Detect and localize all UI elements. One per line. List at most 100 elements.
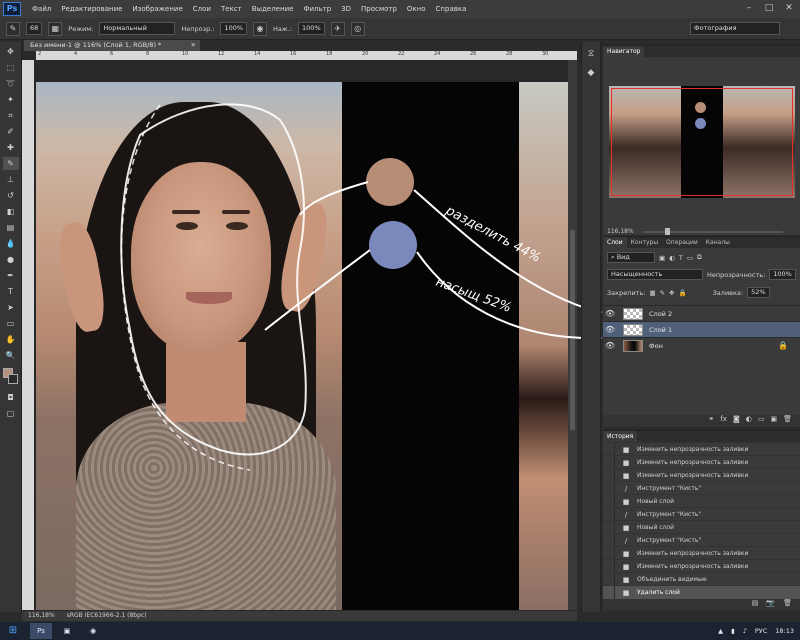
history-item[interactable]: ■ Изменить непрозрачность заливки — [603, 546, 800, 561]
snapshot-icon[interactable]: 📷 — [766, 599, 775, 611]
blur-tool-icon[interactable]: 💧 — [3, 237, 19, 250]
zoom-level[interactable]: 116,18% — [28, 611, 55, 621]
minimize-icon[interactable]: – — [742, 2, 756, 14]
history-item[interactable]: / Инструмент "Кисть" — [603, 507, 800, 522]
lasso-tool-icon[interactable]: ➰ — [3, 77, 19, 90]
menu-item[interactable]: Фильтр — [298, 5, 336, 13]
close-icon[interactable]: ✕ — [782, 2, 796, 14]
tab-navigator[interactable]: Навигатор — [603, 46, 645, 57]
network-icon[interactable]: ▮ — [731, 627, 735, 635]
menu-item[interactable]: Слои — [188, 5, 216, 13]
tab-layers-3[interactable]: Каналы — [702, 239, 734, 246]
navigator-zoom-knob[interactable] — [665, 228, 670, 235]
history-item[interactable]: ■ Изменить непрозрачность заливки — [603, 559, 800, 574]
layer-row-background[interactable]: 👁 Фон 🔒 — [603, 337, 800, 353]
screen-mode-icon[interactable]: ▢ — [3, 407, 19, 420]
marquee-tool-icon[interactable]: ⬚ — [3, 61, 19, 74]
brush-size-picker[interactable]: 68 — [26, 22, 43, 35]
quick-select-tool-icon[interactable]: ✦ — [3, 93, 19, 106]
color-swatches[interactable] — [2, 368, 20, 388]
history-item[interactable]: ■ Изменить непрозрачность заливки — [603, 442, 800, 457]
mode-select[interactable]: Нормальный — [99, 22, 176, 35]
lock-transparent-icon[interactable]: ▦ — [649, 289, 655, 297]
menu-item[interactable]: Изображение — [127, 5, 187, 13]
visibility-eye-icon[interactable]: 👁 — [603, 309, 617, 318]
navigator-zoom[interactable]: 116,18% — [607, 228, 634, 235]
dodge-tool-icon[interactable]: ● — [3, 253, 19, 266]
tab-history[interactable]: История — [603, 431, 638, 442]
history-item[interactable]: ■ Изменить непрозрачность заливки — [603, 455, 800, 470]
filter-shape-icon[interactable]: ▭ — [687, 254, 693, 262]
visibility-eye-icon[interactable]: 👁 — [603, 341, 617, 350]
layer-row-1[interactable]: 👁 Слой 1 — [603, 321, 800, 337]
history-panel-icon[interactable]: ⧖ — [584, 47, 598, 61]
menu-item[interactable]: Файл — [27, 5, 56, 13]
link-layers-icon[interactable]: ⚭ — [708, 415, 714, 427]
menu-item[interactable]: Справка — [431, 5, 472, 13]
filter-adjust-icon[interactable]: ◐ — [669, 254, 675, 262]
history-item[interactable]: ■ Объединить видимые — [603, 572, 800, 587]
path-select-tool-icon[interactable]: ➤ — [3, 301, 19, 314]
taskbar-photoshop[interactable]: Ps — [30, 623, 52, 639]
brush-tool-icon[interactable]: ✎ — [6, 21, 20, 36]
volume-icon[interactable]: ♪ — [743, 627, 747, 635]
adjustment-layer-icon[interactable]: ◐ — [746, 415, 752, 427]
quick-mask-icon[interactable]: ◘ — [3, 391, 19, 404]
pressure-opacity-icon[interactable]: ◉ — [253, 21, 268, 36]
history-item[interactable]: / Инструмент "Кисть" — [603, 481, 800, 496]
background-color-swatch[interactable] — [7, 374, 18, 384]
history-item[interactable]: / Инструмент "Кисть" — [603, 533, 800, 548]
document-tab[interactable]: Без имени-1 @ 116% (Слой 1, RGB/8) * ✕ — [24, 40, 200, 51]
menu-item[interactable]: Окно — [402, 5, 431, 13]
delete-state-icon[interactable]: 🗑 — [783, 599, 792, 611]
visibility-eye-icon[interactable]: 👁 — [603, 325, 617, 334]
lock-pixels-icon[interactable]: ✎ — [660, 289, 665, 297]
maximize-icon[interactable]: □ — [762, 2, 776, 14]
gradient-tool-icon[interactable]: ▤ — [3, 221, 19, 234]
windows-start-icon[interactable]: ⊞ — [4, 624, 22, 638]
history-item[interactable]: ■ Удалить слой — [603, 585, 800, 600]
new-layer-icon[interactable]: ▣ — [770, 415, 777, 427]
layer-fill-field[interactable]: 52% — [747, 287, 770, 298]
taskbar-app-2[interactable]: ▣ — [56, 623, 78, 639]
pen-tool-icon[interactable]: ✒ — [3, 269, 19, 282]
move-tool-icon[interactable]: ✥ — [3, 45, 19, 58]
tab-layers-0[interactable]: Слои — [603, 237, 627, 248]
history-item[interactable]: ■ Новый слой — [603, 520, 800, 535]
menu-item[interactable]: 3D — [336, 5, 356, 13]
history-item[interactable]: ■ Новый слой — [603, 494, 800, 509]
scrollbar-thumb[interactable] — [570, 230, 575, 430]
crop-tool-icon[interactable]: ⌗ — [3, 109, 19, 122]
filter-pixel-icon[interactable]: ▣ — [659, 254, 665, 262]
history-source-checkbox[interactable] — [603, 585, 615, 600]
eraser-tool-icon[interactable]: ◧ — [3, 205, 19, 218]
layer-opacity-field[interactable]: 100% — [769, 269, 796, 280]
shape-tool-icon[interactable]: ▭ — [3, 317, 19, 330]
history-item[interactable]: ■ Изменить непрозрачность заливки — [603, 468, 800, 483]
brush-tool-icon[interactable]: ✎ — [2, 157, 19, 170]
lock-all-icon[interactable]: 🔒 — [679, 289, 687, 297]
type-tool-icon[interactable]: T — [3, 285, 19, 298]
menu-item[interactable]: Редактирование — [56, 5, 127, 13]
healing-tool-icon[interactable]: ✚ — [3, 141, 19, 154]
pressure-field[interactable]: 100% — [298, 22, 325, 35]
zoom-tool-icon[interactable]: 🔍 — [3, 349, 19, 362]
close-tab-icon[interactable]: ✕ — [191, 40, 196, 51]
filter-smart-icon[interactable]: ⧉ — [697, 253, 702, 262]
navigator-zoom-slider[interactable] — [643, 231, 783, 233]
tab-layers-2[interactable]: Операции — [662, 239, 702, 246]
clone-stamp-tool-icon[interactable]: ⊥ — [3, 173, 19, 186]
navigator-view-box[interactable] — [611, 88, 793, 196]
hand-tool-icon[interactable]: ✋ — [3, 333, 19, 346]
3d-panel-icon[interactable]: ◆ — [584, 66, 598, 80]
menu-item[interactable]: Просмотр — [356, 5, 402, 13]
layer-filter-select[interactable]: ⌕ Вид — [607, 252, 655, 263]
blend-mode-select[interactable]: Насыщенность — [607, 269, 703, 280]
clock[interactable]: 18:13 — [775, 627, 794, 635]
opacity-field[interactable]: 100% — [220, 22, 248, 35]
new-document-icon[interactable]: ▤ — [752, 599, 759, 611]
menu-item[interactable]: Текст — [216, 5, 247, 13]
menu-item[interactable]: Выделение — [247, 5, 299, 13]
layer-mask-icon[interactable]: ◙ — [733, 415, 740, 427]
layer-style-icon[interactable]: fx — [720, 415, 727, 427]
